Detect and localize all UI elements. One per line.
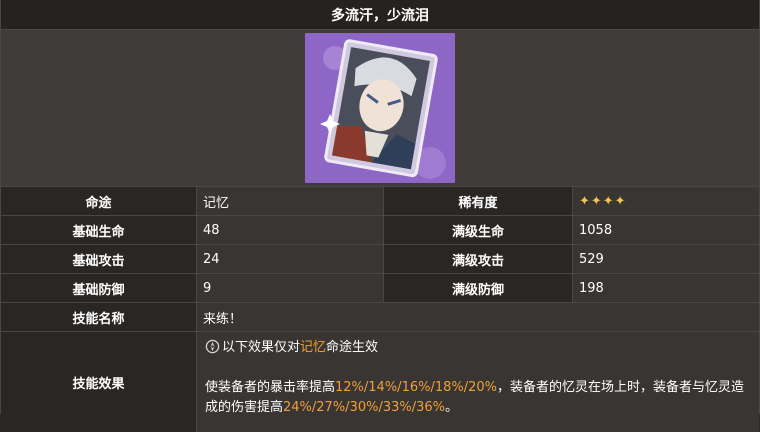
path-condition: 以下效果仅对记忆命途生效 [205, 338, 753, 358]
effect-desc-1: 使装备者的暴击率提高 [205, 380, 336, 395]
skill-name-label: 技能名称 [1, 303, 196, 331]
dmg-bonus-values: 24%/27%/30%/33%/36% [283, 400, 446, 415]
light-cone-title: 多流汗，少流泪 [1, 0, 759, 30]
stats-table: 命途 记忆 稀有度 ✦✦✦✦ 基础生命 48 满级生命 1058 基础攻击 24… [1, 187, 759, 432]
remembrance-path-icon [205, 339, 220, 354]
base-atk-label: 基础攻击 [1, 245, 196, 273]
image-area [1, 30, 759, 187]
condition-suffix: 命途生效 [326, 340, 379, 355]
table-row: 基础防御 9 满级防御 198 [1, 274, 759, 303]
table-row: 命途 记忆 稀有度 ✦✦✦✦ [1, 187, 759, 216]
table-row: 技能效果 以下效果仅对记忆命途生效 使装备者的暴击率提高12%/14%/16%/… [1, 332, 759, 432]
rarity-value: ✦✦✦✦ [572, 187, 759, 215]
base-hp-label: 基础生命 [1, 216, 196, 244]
skill-effect-label: 技能效果 [1, 332, 196, 432]
light-cone-art-icon [305, 33, 455, 183]
max-hp-value: 1058 [572, 216, 759, 244]
base-hp-value: 48 [196, 216, 383, 244]
max-atk-value: 529 [572, 245, 759, 273]
table-row: 基础生命 48 满级生命 1058 [1, 216, 759, 245]
base-def-value: 9 [196, 274, 383, 302]
path-value: 记忆 [196, 187, 383, 215]
effect-desc-3: 。 [445, 400, 459, 415]
table-row: 基础攻击 24 满级攻击 529 [1, 245, 759, 274]
light-cone-image [305, 33, 455, 183]
skill-effect-text: 以下效果仅对记忆命途生效 使装备者的暴击率提高12%/14%/16%/18%/2… [196, 332, 759, 432]
effect-description: 使装备者的暴击率提高12%/14%/16%/18%/20%，装备者的忆灵在场上时… [205, 378, 753, 418]
condition-prefix: 以下效果仅对 [222, 340, 301, 355]
table-row: 技能名称 来练！ [1, 303, 759, 332]
base-atk-value: 24 [196, 245, 383, 273]
max-def-value: 198 [572, 274, 759, 302]
max-hp-label: 满级生命 [383, 216, 572, 244]
crit-rate-values: 12%/14%/16%/18%/20% [335, 380, 498, 395]
base-def-label: 基础防御 [1, 274, 196, 302]
max-def-label: 满级防御 [383, 274, 572, 302]
condition-path: 记忆 [300, 340, 327, 355]
max-atk-label: 满级攻击 [383, 245, 572, 273]
skill-name-value: 来练！ [196, 303, 759, 331]
star-icon: ✦✦✦✦ [579, 193, 627, 209]
path-label: 命途 [1, 187, 196, 215]
rarity-label: 稀有度 [383, 187, 572, 215]
light-cone-card: 多流汗，少流泪 命途 记忆 稀有度 ✦✦✦✦ 基础生命 48 满级生命 1058… [0, 0, 760, 432]
